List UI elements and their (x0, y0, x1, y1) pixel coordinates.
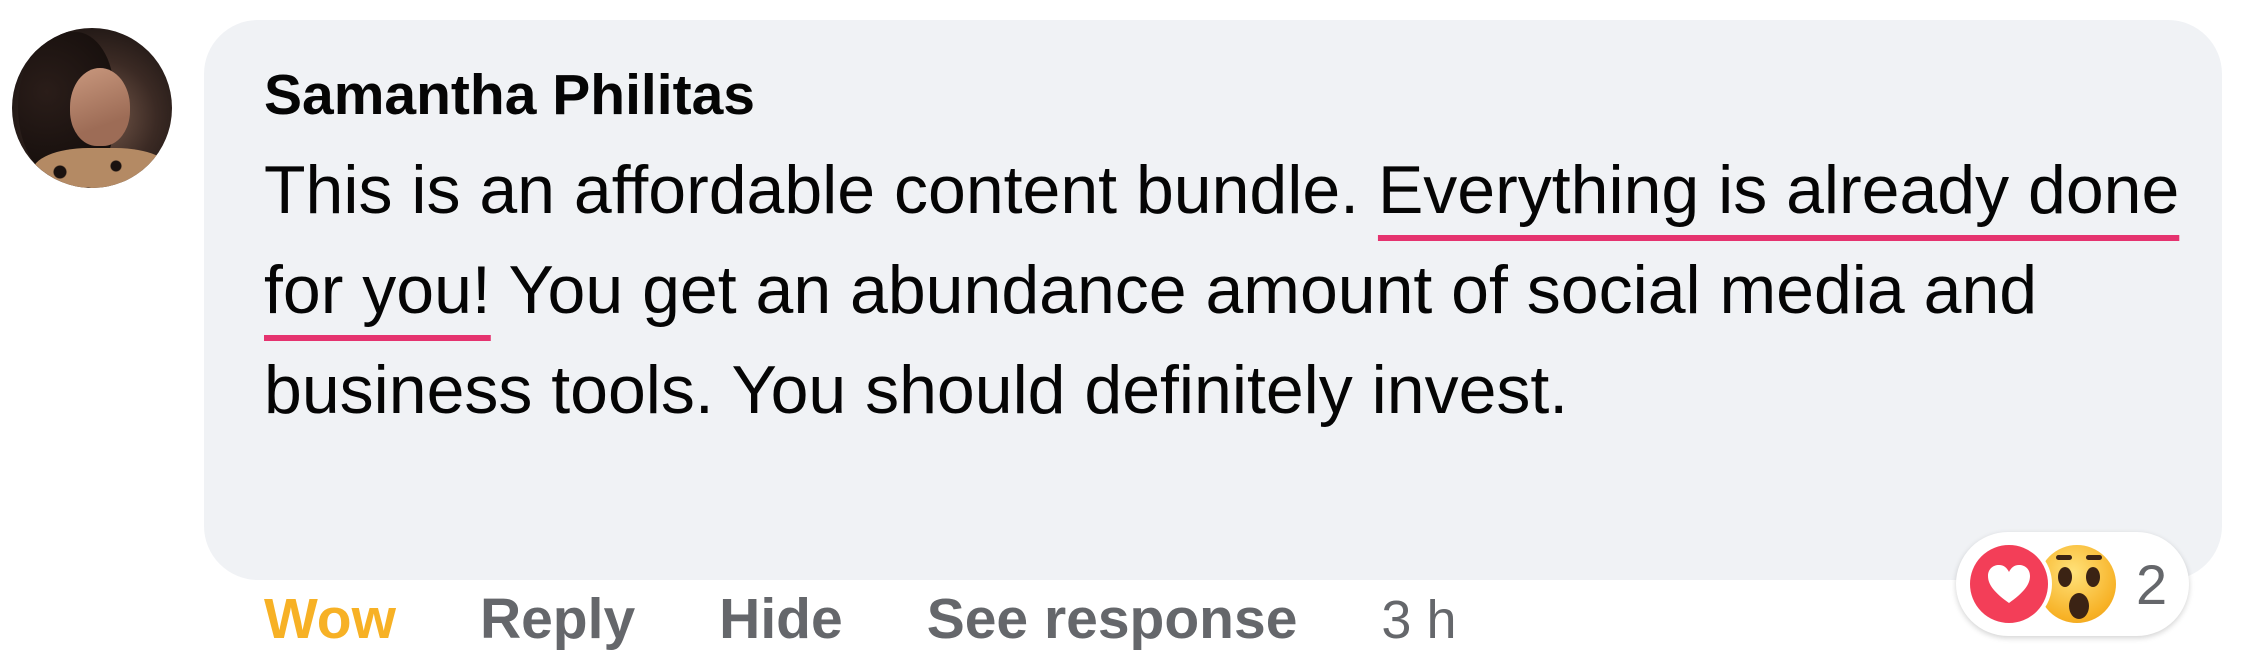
love-icon (1966, 541, 2052, 627)
reply-button[interactable]: Reply (480, 586, 635, 652)
wow-eye (2058, 567, 2072, 587)
wow-reaction-button[interactable]: Wow (264, 586, 396, 652)
comment-text: This is an affordable content bundle. Ev… (264, 140, 2184, 440)
avatar[interactable] (12, 28, 172, 188)
comment-author[interactable]: Samantha Philitas (264, 62, 755, 128)
wow-mouth (2069, 593, 2089, 619)
comment-timestamp[interactable]: 3 h (1381, 589, 1456, 651)
comment-text-part: This is an affordable content bundle. (264, 152, 1378, 228)
wow-eye (2086, 567, 2100, 587)
hide-button[interactable]: Hide (719, 586, 843, 652)
avatar-face (70, 68, 130, 146)
wow-brow (2086, 555, 2102, 560)
comment-actions: Wow Reply Hide See response 3 h (264, 586, 1456, 652)
reaction-count: 2 (2136, 552, 2168, 616)
see-response-button[interactable]: See response (927, 586, 1298, 652)
wow-brow (2056, 555, 2072, 560)
reaction-summary[interactable]: 2 (1956, 532, 2190, 636)
comment-text-part: You get an abundance amount of social me… (264, 252, 2038, 428)
avatar-clothing (32, 148, 172, 188)
